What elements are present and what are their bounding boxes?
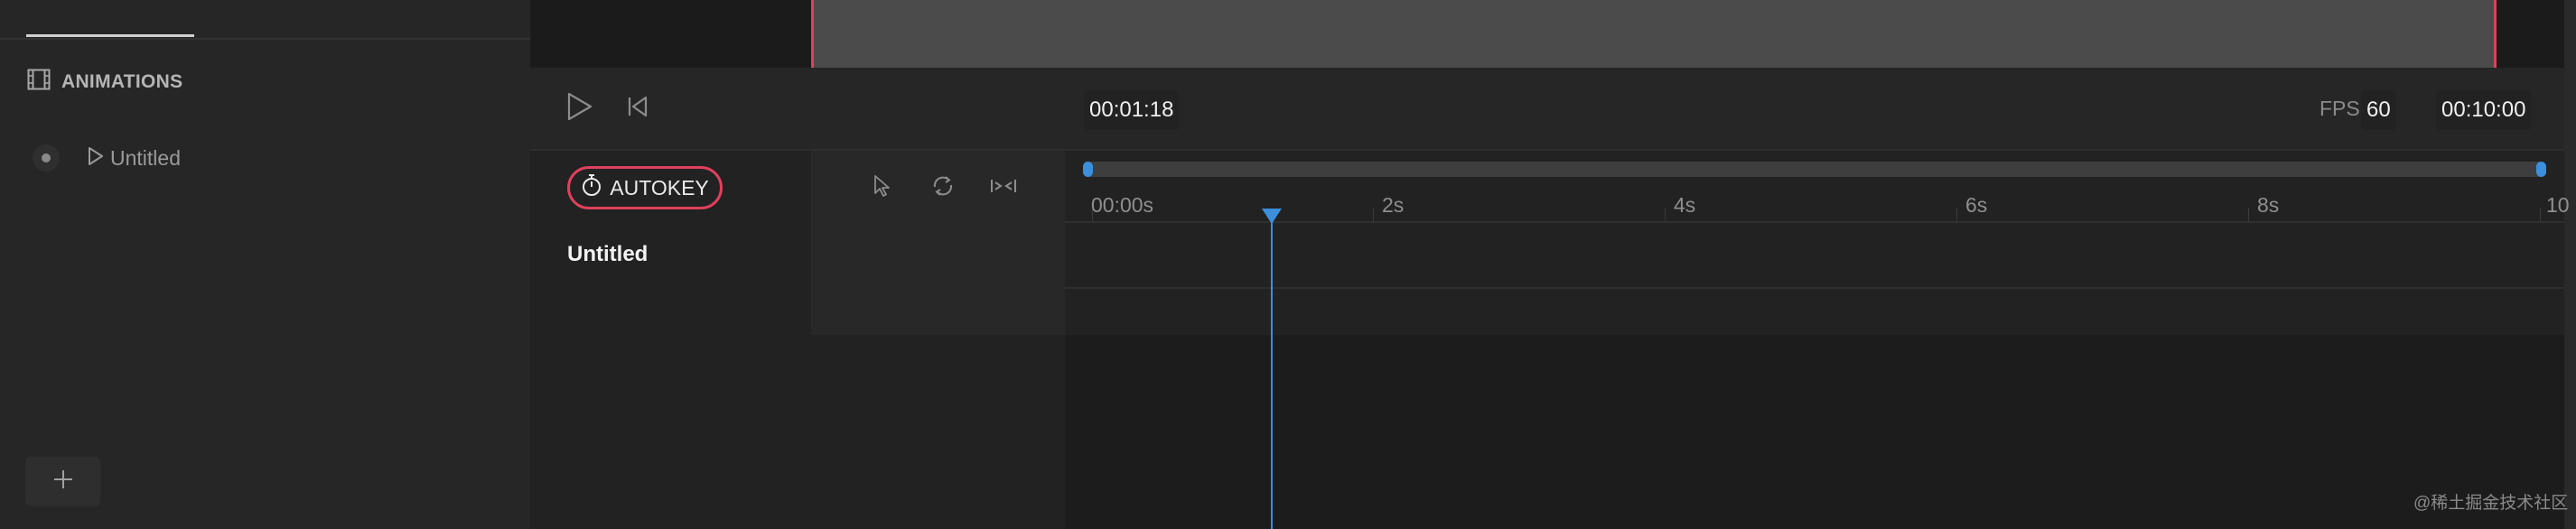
ruler-tick-label: 00:00s (1091, 193, 1154, 217)
duration-input[interactable]: 00:10:00 (2436, 90, 2532, 130)
ruler-tick (1665, 208, 1666, 221)
ruler-tick-label: 4s (1674, 193, 1696, 217)
skip-to-start-icon (627, 95, 649, 123)
ping-pong-button[interactable] (988, 173, 1019, 202)
animations-panel: ANIMATIONS Untitled (0, 0, 530, 529)
autokey-button[interactable]: AUTOKEY (567, 166, 723, 209)
ruler-tick-label: 6s (1965, 193, 1988, 217)
scrollbar-end-handle[interactable] (2536, 162, 2546, 177)
active-tab-indicator (26, 34, 194, 37)
ruler-tick (1373, 208, 1374, 221)
play-button[interactable] (560, 90, 600, 126)
ruler-tick (2248, 208, 2249, 221)
fps-label: FPS (2319, 97, 2360, 120)
play-icon[interactable] (87, 145, 105, 172)
ping-pong-icon (990, 175, 1017, 201)
play-icon (566, 91, 593, 126)
add-animation-button[interactable] (25, 457, 100, 506)
track-name[interactable]: Untitled (567, 242, 648, 267)
transport-bar (530, 68, 2576, 149)
ruler-tick (2540, 208, 2541, 221)
timeline-scrollbar[interactable] (1083, 162, 2546, 177)
rewind-button[interactable] (620, 92, 656, 125)
ruler-tick-label: 8s (2257, 193, 2280, 217)
animation-name[interactable]: Untitled (110, 146, 181, 171)
active-animation-radio[interactable] (33, 144, 60, 172)
panel-divider (0, 38, 530, 40)
cursor-icon (872, 173, 893, 203)
fps-input[interactable]: 60 (2361, 90, 2396, 130)
radio-dot (42, 153, 51, 162)
ruler-divider (1065, 221, 2564, 223)
film-icon (27, 69, 51, 96)
timeline-overlay (1065, 151, 2576, 335)
autokey-label: AUTOKEY (610, 175, 709, 200)
scrollbar-start-handle[interactable] (1083, 162, 1093, 177)
select-tool-button[interactable] (869, 173, 896, 202)
ruler-tick-label: 10 (2546, 193, 2570, 217)
current-time-display[interactable]: 00:01:18 (1084, 90, 1180, 130)
ruler-tick (1956, 208, 1957, 221)
animations-section-header: ANIMATIONS (27, 69, 182, 96)
artboard-preview (811, 0, 2497, 68)
right-panel-edge (2564, 0, 2576, 529)
ruler-tick-label: 2s (1382, 193, 1405, 217)
watermark: @稀土掘金技术社区 (2413, 494, 2569, 513)
loop-icon (930, 173, 956, 203)
section-title: ANIMATIONS (61, 71, 183, 92)
playhead-handle[interactable] (1262, 209, 1282, 224)
track-row-divider (1065, 287, 2564, 289)
loop-button[interactable] (929, 173, 957, 202)
playhead[interactable] (1271, 217, 1273, 529)
plus-icon (52, 469, 74, 495)
animation-list-item[interactable]: Untitled (33, 143, 181, 173)
stopwatch-icon (581, 173, 602, 202)
